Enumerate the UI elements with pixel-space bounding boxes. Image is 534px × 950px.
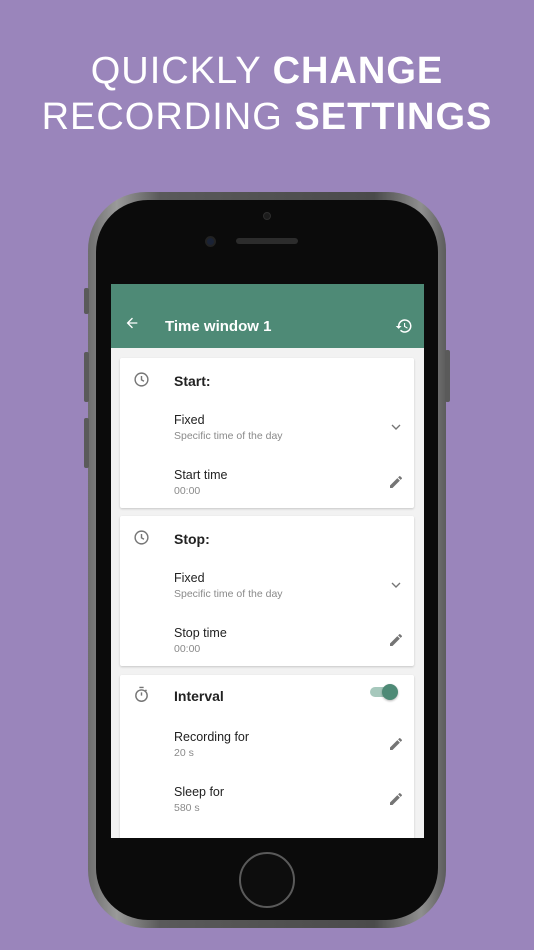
pencil-icon[interactable]	[388, 791, 404, 807]
headline-line-1: QUICKLY CHANGE	[0, 48, 534, 94]
power-button	[445, 350, 450, 402]
pencil-icon[interactable]	[388, 632, 404, 648]
start-mode-select[interactable]: Fixed Specific time of the day	[174, 413, 404, 457]
clock-icon	[134, 372, 149, 387]
stop-mode-description: Specific time of the day	[174, 588, 283, 600]
app-screen: Time window 1 Start: Fixed Specific time…	[111, 284, 424, 838]
earpiece-speaker	[236, 238, 298, 244]
stop-mode-value: Fixed	[174, 571, 205, 585]
headline: QUICKLY CHANGE RECORDING SETTINGS	[0, 48, 534, 140]
recording-for-row[interactable]: Recording for 20 s	[174, 730, 404, 774]
headline-light-1: QUICKLY	[90, 50, 262, 92]
front-camera	[205, 236, 216, 247]
stopwatch-icon	[135, 686, 148, 702]
stop-card: Stop: Fixed Specific time of the day Sto…	[120, 516, 414, 666]
stop-label: Stop:	[174, 531, 210, 547]
stop-time-value: 00:00	[174, 643, 201, 655]
pencil-icon[interactable]	[388, 736, 404, 752]
headline-light-2: RECORDING	[41, 96, 283, 138]
start-time-value: 00:00	[174, 485, 201, 497]
restore-history-icon[interactable]	[395, 317, 413, 335]
page-title: Time window 1	[165, 318, 272, 335]
start-mode-description: Specific time of the day	[174, 430, 283, 442]
headline-line-2: RECORDING SETTINGS	[0, 94, 534, 140]
mute-switch	[84, 288, 89, 314]
sleep-for-value: 580 s	[174, 802, 200, 814]
home-button[interactable]	[239, 852, 295, 908]
interval-toggle[interactable]	[368, 684, 398, 700]
start-mode-value: Fixed	[174, 413, 205, 427]
arrow-left-icon[interactable]	[124, 315, 140, 331]
start-card: Start: Fixed Specific time of the day St…	[120, 358, 414, 508]
chevron-down-icon[interactable]	[388, 419, 404, 435]
sleep-for-label: Sleep for	[174, 785, 225, 799]
app-bar: Time window 1	[111, 284, 424, 348]
sleep-for-row[interactable]: Sleep for 580 s	[174, 785, 404, 829]
stop-time-row[interactable]: Stop time 00:00	[174, 626, 404, 670]
headline-bold-2: SETTINGS	[294, 96, 493, 138]
headline-bold-1: CHANGE	[272, 50, 444, 92]
chevron-down-icon[interactable]	[388, 577, 404, 593]
stop-mode-select[interactable]: Fixed Specific time of the day	[174, 571, 404, 615]
stop-time-label: Stop time	[174, 626, 227, 640]
start-time-row[interactable]: Start time 00:00	[174, 468, 404, 512]
recording-for-value: 20 s	[174, 747, 194, 759]
top-camera	[263, 212, 271, 220]
volume-up-button	[84, 352, 89, 402]
interval-label: Interval	[174, 688, 224, 704]
pencil-icon[interactable]	[388, 474, 404, 490]
volume-down-button	[84, 418, 89, 468]
toggle-thumb	[382, 684, 398, 700]
start-label: Start:	[174, 373, 211, 389]
recording-for-label: Recording for	[174, 730, 250, 744]
start-time-label: Start time	[174, 468, 228, 482]
clock-icon	[134, 530, 149, 545]
interval-card: Interval Recording for 20 s Sleep for 58…	[120, 675, 414, 838]
